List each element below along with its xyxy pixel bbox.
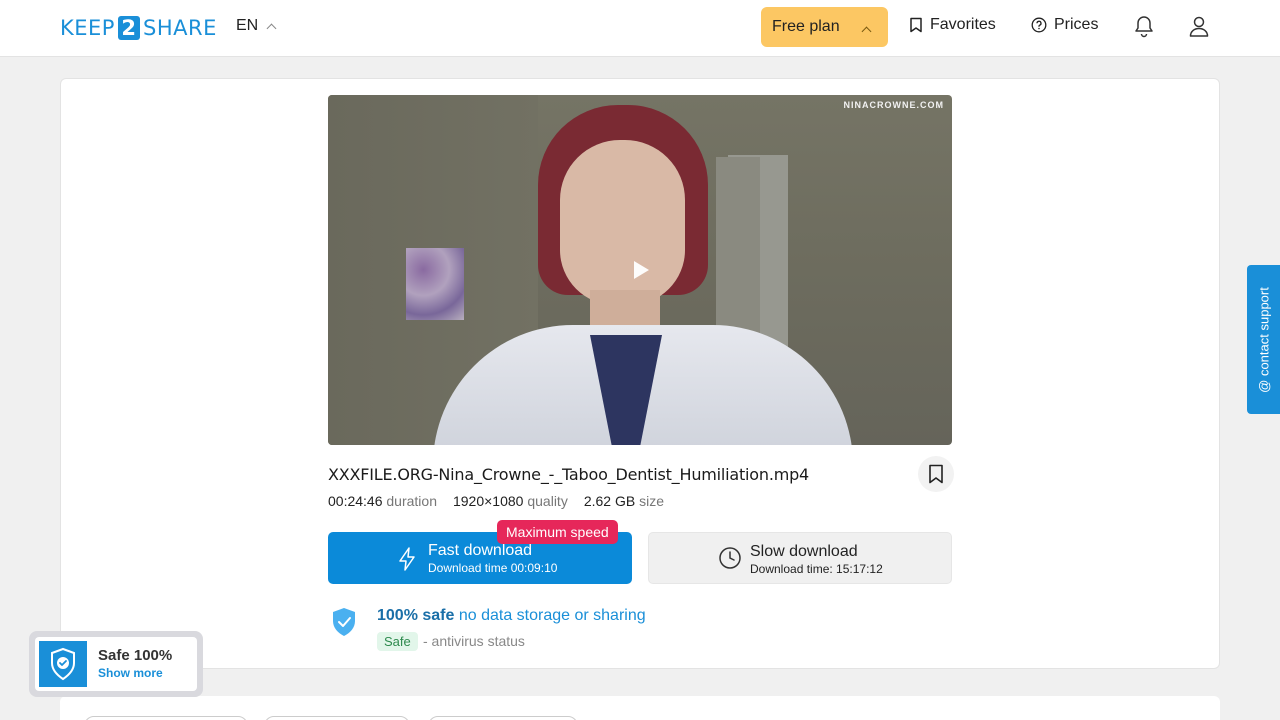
free-plan-button[interactable]: Free plan: [761, 7, 888, 47]
bookmark-icon: [910, 17, 922, 33]
slow-download-time: Download time: 15:17:12: [750, 562, 883, 576]
notifications-button[interactable]: [1132, 14, 1158, 40]
clock-icon: [719, 547, 741, 569]
nav-favorites-label: Favorites: [930, 16, 996, 33]
duration-label: duration: [386, 493, 437, 509]
safety-title-bold: 100% safe: [377, 607, 455, 624]
slow-download-title: Slow download: [750, 543, 858, 560]
video-player[interactable]: NINACROWNE.COM: [328, 95, 952, 445]
size-value: 2.62 GB: [583, 493, 636, 509]
tab-pill[interactable]: [84, 716, 248, 720]
user-icon: [1189, 16, 1209, 37]
quality-meta: 1920×1080 quality: [453, 493, 568, 509]
shield-check-icon: [333, 608, 355, 636]
language-selector[interactable]: EN: [236, 17, 277, 35]
quality-label: quality: [527, 493, 568, 509]
nav-favorites[interactable]: Favorites: [909, 16, 996, 34]
file-meta: 00:24:46 duration 1920×1080 quality 2.62…: [328, 493, 664, 509]
slow-download-button[interactable]: Slow download Download time: 15:17:12: [648, 532, 952, 584]
safe-widget-title: Safe 100%: [98, 647, 173, 664]
contact-support-tab[interactable]: @ contact support: [1247, 265, 1280, 414]
fast-download-time: Download time 00:09:10: [428, 561, 558, 575]
logo-number: 2: [117, 16, 140, 40]
safety-title: 100% safe no data storage or sharing: [377, 607, 646, 625]
keep2share-logo[interactable]: KEEP 2 SHARE: [60, 15, 217, 41]
quality-value: 1920×1080: [452, 493, 524, 509]
safe-100-widget[interactable]: Safe 100% Show more: [29, 631, 203, 697]
duration-meta: 00:24:46 duration: [328, 493, 437, 509]
safety-title-rest: no data storage or sharing: [458, 607, 646, 624]
video-scene: [560, 140, 685, 305]
chevron-up-icon: [266, 23, 277, 33]
add-to-favorites-button[interactable]: [918, 456, 954, 492]
shield-check-icon: [51, 647, 75, 681]
logo-text-right: SHARE: [142, 16, 217, 40]
antivirus-status-badge: Safe: [377, 632, 418, 651]
safe-widget-show-more[interactable]: Show more: [98, 666, 163, 680]
safety-shield: [330, 606, 358, 643]
top-header: KEEP 2 SHARE EN Free plan Favorites Pric…: [0, 0, 1280, 57]
duration-value: 00:24:46: [328, 493, 383, 509]
video-scene: [406, 248, 464, 320]
contact-support-label: @ contact support: [1256, 286, 1271, 393]
chevron-up-icon: [861, 26, 872, 37]
language-label: EN: [236, 17, 259, 34]
nav-prices-label: Prices: [1054, 16, 1099, 33]
safe-widget-icon-box: [39, 641, 87, 687]
lightning-icon: [399, 547, 415, 571]
size-label: size: [639, 493, 664, 509]
video-watermark: NINACROWNE.COM: [843, 100, 944, 110]
logo-text-left: KEEP: [60, 16, 115, 40]
fast-download-title: Fast download: [428, 542, 533, 559]
size-meta: 2.62 GB size: [584, 493, 664, 509]
free-plan-label: Free plan: [772, 18, 840, 35]
antivirus-status-label: - antivirus status: [423, 633, 525, 649]
safe-widget-inner: Safe 100% Show more: [35, 637, 197, 691]
play-icon[interactable]: [634, 261, 649, 279]
bell-icon: [1135, 16, 1153, 38]
tab-pill[interactable]: [264, 716, 410, 720]
help-circle-icon: [1031, 17, 1047, 33]
account-button[interactable]: [1187, 14, 1213, 40]
bookmark-icon: [929, 464, 943, 484]
nav-prices[interactable]: Prices: [1031, 16, 1098, 34]
maximum-speed-badge: Maximum speed: [497, 520, 618, 544]
tab-pill[interactable]: [428, 716, 578, 720]
file-name: XXXFILE.ORG-Nina_Crowne_-_Taboo_Dentist_…: [328, 465, 810, 484]
